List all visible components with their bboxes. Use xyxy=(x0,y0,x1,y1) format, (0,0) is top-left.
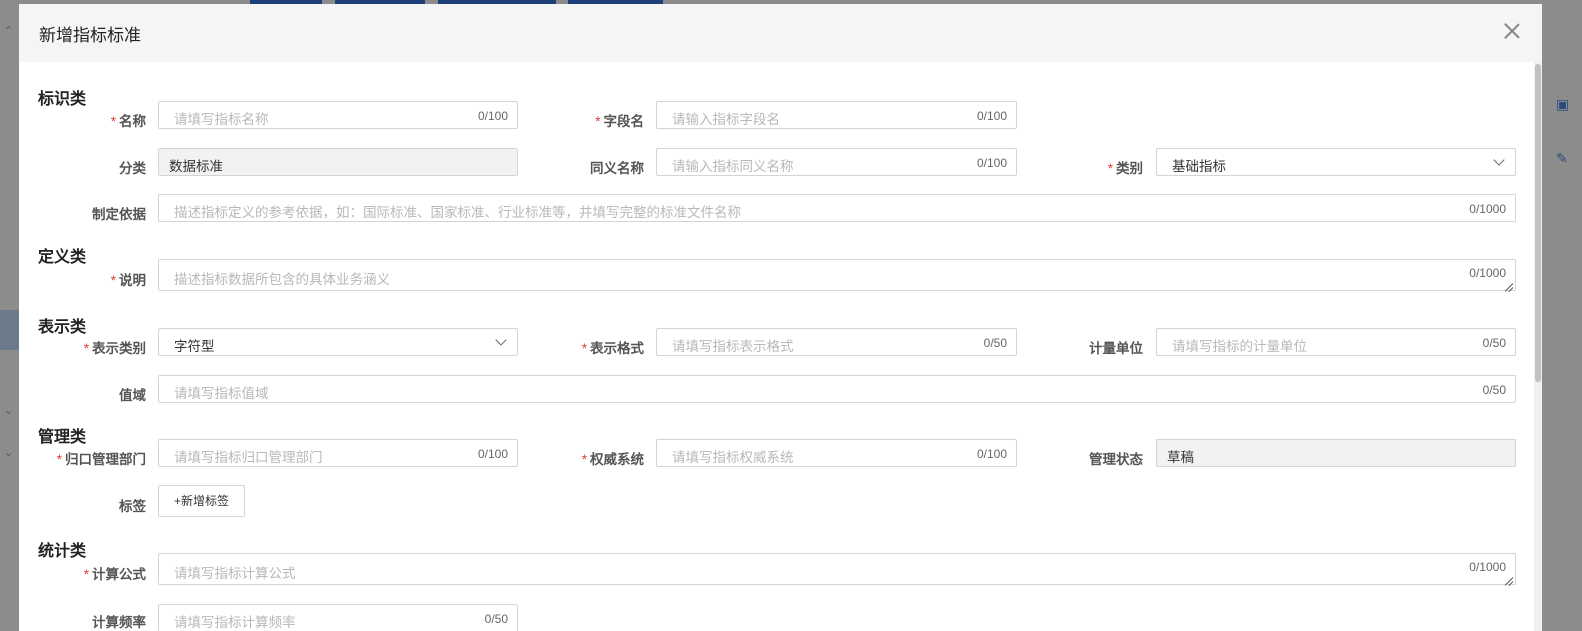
repr-type-label: * 表示类别 xyxy=(83,341,146,356)
add-tag-button[interactable]: +新增标签 xyxy=(158,485,246,517)
repr-type-select[interactable]: 字符型 xyxy=(158,328,518,356)
domain-input[interactable]: 请填写指标值域 0/50 xyxy=(158,375,1516,403)
dept-placeholder: 请填写指标归口管理部门 xyxy=(174,450,323,465)
dept-label: * 归口管理部门 xyxy=(56,452,146,467)
description-textarea[interactable]: 描述指标数据所包含的具体业务涵义 0/1000 xyxy=(158,259,1516,291)
synonym-placeholder: 请输入指标同义名称 xyxy=(672,159,794,174)
basis-count: 0/1000 xyxy=(1469,202,1506,216)
formula-label: * 计算公式 xyxy=(83,567,146,582)
domain-placeholder: 请填写指标值域 xyxy=(174,386,269,401)
dialog-form: 标识类 * 名称 请填写指标名称 0/100 * 字段名 请输入指标字段名 0/10… xyxy=(19,62,1542,631)
domain-count: 0/50 xyxy=(1482,383,1506,397)
domain-label: 值域 xyxy=(119,388,146,403)
authority-label: * 权威系统 xyxy=(581,452,644,467)
name-input[interactable]: 请填写指标名称 0/100 xyxy=(158,101,518,129)
field-name-label: * 字段名 xyxy=(595,114,644,129)
background-sidebar-highlight xyxy=(0,310,19,350)
name-count: 0/100 xyxy=(477,109,508,123)
basis-input[interactable]: 描述指标定义的参考依据，如：国际标准、国家标准、行业标准等，并填写完整的标准文件… xyxy=(158,194,1516,222)
mgmt-status-label: 管理状态 xyxy=(1089,452,1143,467)
edit-icon: ✎ xyxy=(1556,150,1568,166)
synonym-label: 同义名称 xyxy=(590,161,644,176)
authority-count: 0/100 xyxy=(976,447,1007,461)
close-icon[interactable] xyxy=(1504,23,1520,39)
dept-count: 0/100 xyxy=(477,447,508,461)
dept-input[interactable]: 请填写指标归口管理部门 0/100 xyxy=(158,439,518,467)
repr-format-count: 0/50 xyxy=(983,336,1007,350)
dialog-header: 新增指标标准 xyxy=(19,4,1542,62)
authority-input[interactable]: 请填写指标权威系统 0/100 xyxy=(656,439,1017,467)
dialog-title: 新增指标标准 xyxy=(39,25,141,45)
section-title-stats: 统计类 xyxy=(38,543,87,560)
field-name-count: 0/100 xyxy=(976,109,1007,123)
scrollbar-thumb[interactable] xyxy=(1535,64,1541,382)
category-input: 数据标准 xyxy=(158,148,518,176)
frequency-placeholder: 请填写指标计算频率 xyxy=(174,615,296,630)
basis-placeholder: 描述指标定义的参考依据，如：国际标准、国家标准、行业标准等，并填写完整的标准文件… xyxy=(174,205,741,220)
synonym-input[interactable]: 请输入指标同义名称 0/100 xyxy=(656,148,1017,176)
type-label: * 类别 xyxy=(1107,161,1143,176)
category-label: 分类 xyxy=(119,161,146,176)
authority-placeholder: 请填写指标权威系统 xyxy=(672,450,794,465)
unit-input[interactable]: 请填写指标的计量单位 0/50 xyxy=(1156,328,1516,356)
type-value: 基础指标 xyxy=(1172,159,1226,174)
formula-count: 0/1000 xyxy=(1469,560,1506,574)
repr-format-input[interactable]: 请填写指标表示格式 0/50 xyxy=(656,328,1017,356)
mgmt-status-input: 草稿 xyxy=(1156,439,1516,467)
mgmt-status-value: 草稿 xyxy=(1167,450,1194,465)
repr-format-label: * 表示格式 xyxy=(581,341,644,356)
chevron-down-icon xyxy=(1493,154,1505,166)
description-placeholder: 描述指标数据所包含的具体业务涵义 xyxy=(174,272,390,287)
chevron-up-icon: ⌃ xyxy=(4,25,14,37)
dialog-scrollbar[interactable] xyxy=(1534,62,1542,631)
repr-type-value: 字符型 xyxy=(174,339,215,354)
type-select[interactable]: 基础指标 xyxy=(1156,148,1516,176)
chevron-down-icon: ⌄ xyxy=(4,447,14,459)
section-title-manage: 管理类 xyxy=(38,429,87,446)
chevron-down-icon xyxy=(495,334,507,346)
add-indicator-dialog: 新增指标标准 标识类 * 名称 请填写指标名称 0/100 * 字段名 请输入指标字… xyxy=(19,4,1542,631)
formula-placeholder: 请填写指标计算公式 xyxy=(174,566,296,581)
category-value: 数据标准 xyxy=(169,159,223,174)
unit-label: 计量单位 xyxy=(1089,341,1143,356)
section-title-define: 定义类 xyxy=(38,249,87,266)
save-icon: ▣ xyxy=(1556,96,1570,112)
repr-format-placeholder: 请填写指标表示格式 xyxy=(672,339,794,354)
frequency-label: 计算频率 xyxy=(92,615,146,630)
field-name-input[interactable]: 请输入指标字段名 0/100 xyxy=(656,101,1017,129)
resize-handle-icon[interactable] xyxy=(1504,279,1513,288)
formula-textarea[interactable]: 请填写指标计算公式 0/1000 xyxy=(158,553,1516,585)
unit-placeholder: 请填写指标的计量单位 xyxy=(1172,339,1307,354)
basis-label: 制定依据 xyxy=(92,207,146,222)
description-count: 0/1000 xyxy=(1469,266,1506,280)
field-name-placeholder: 请输入指标字段名 xyxy=(672,112,780,127)
resize-handle-icon[interactable] xyxy=(1504,573,1513,582)
description-label: * 说明 xyxy=(110,273,146,288)
frequency-count: 0/50 xyxy=(484,612,508,626)
chevron-down-icon: ⌄ xyxy=(4,405,14,417)
synonym-count: 0/100 xyxy=(976,156,1007,170)
name-placeholder: 请填写指标名称 xyxy=(174,112,269,127)
unit-count: 0/50 xyxy=(1482,336,1506,350)
tags-label: 标签 xyxy=(119,499,146,514)
name-label: * 名称 xyxy=(110,114,146,129)
frequency-input[interactable]: 请填写指标计算频率 0/50 xyxy=(158,604,518,631)
section-title-represent: 表示类 xyxy=(38,319,87,336)
section-title-identify: 标识类 xyxy=(38,91,87,108)
